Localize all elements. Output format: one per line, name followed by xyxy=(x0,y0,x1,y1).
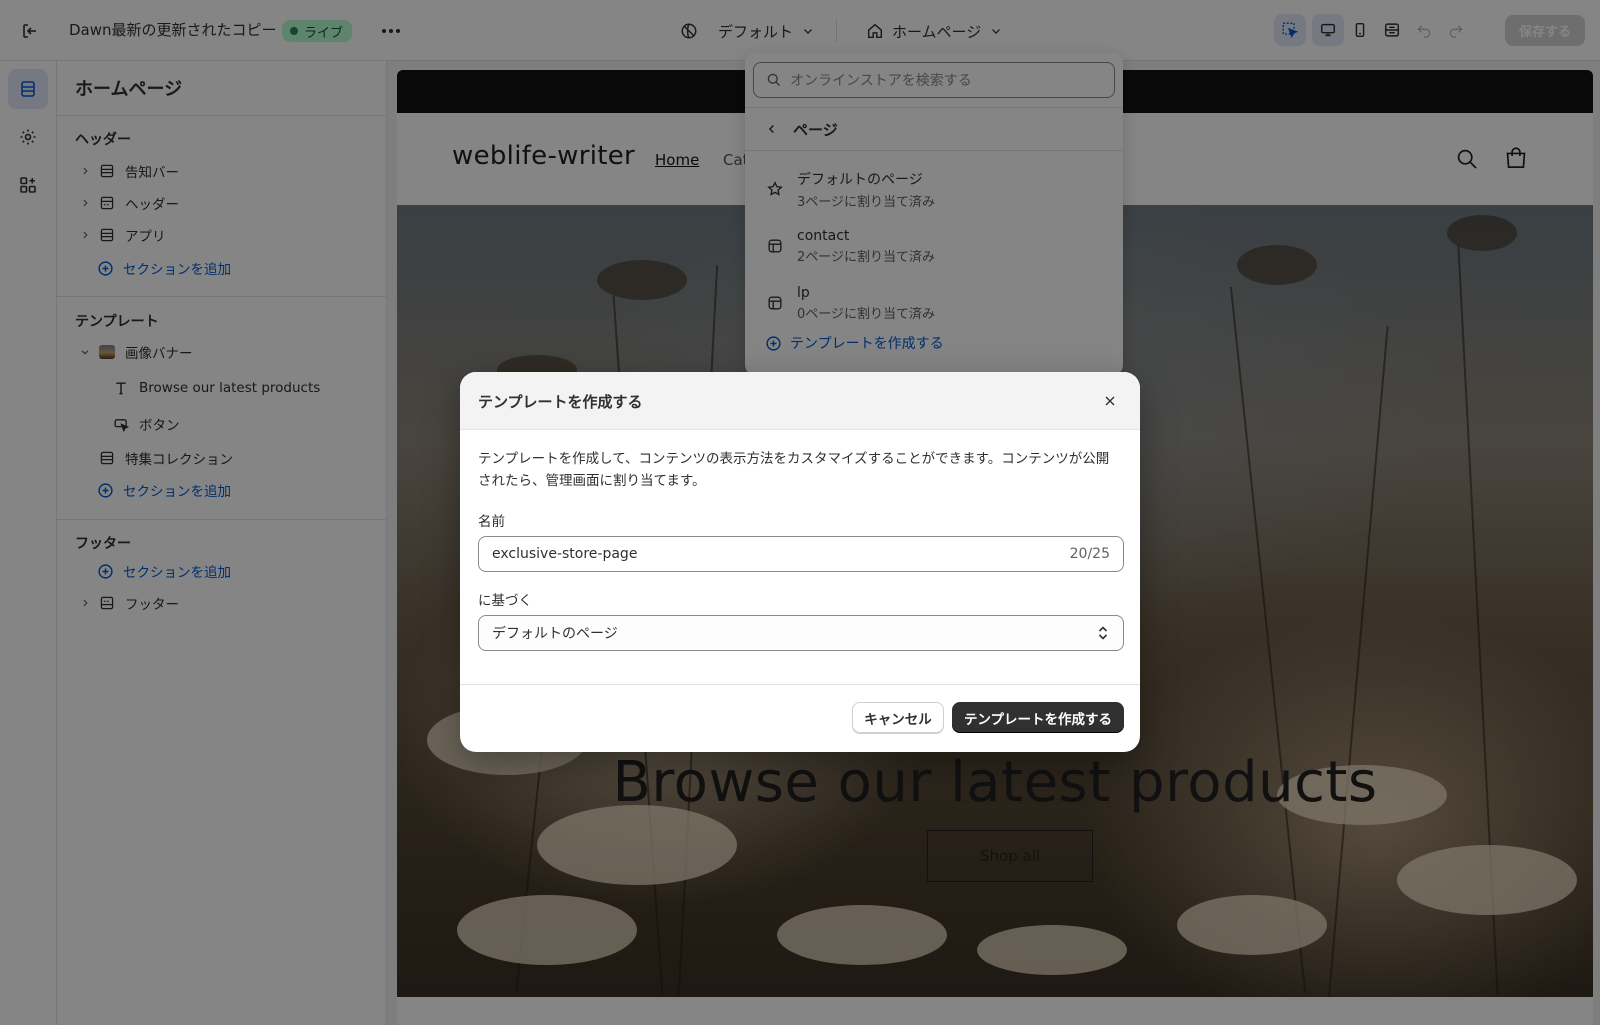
modal-footer: キャンセル テンプレートを作成する xyxy=(460,684,1140,752)
template-dropdown: オンラインストアを検索する ページ デフォルトのページ 3ページに割り当て済み c… xyxy=(745,53,1123,375)
option-sub: 0ページに割り当て済み xyxy=(797,306,936,322)
create-template-link[interactable]: テンプレートを作成する xyxy=(765,333,944,353)
modal-description: テンプレートを作成して、コンテンツの表示方法をカスタマイズすることができます。コ… xyxy=(478,451,1110,489)
create-template-modal: テンプレートを作成する テンプレートを作成して、コンテンツの表示方法をカスタマイ… xyxy=(460,372,1140,752)
template-option-lp[interactable]: lp 0ページに割り当て済み xyxy=(745,275,1123,331)
template-icon xyxy=(765,236,785,256)
search-placeholder: オンラインストアを検索する xyxy=(790,73,972,89)
option-name: lp xyxy=(797,284,810,301)
template-icon xyxy=(765,293,785,313)
template-name-value: exclusive-store-page xyxy=(492,546,638,562)
option-name: デフォルトのページ xyxy=(797,171,923,188)
character-count: 20/25 xyxy=(1069,546,1110,562)
close-icon[interactable] xyxy=(1100,391,1120,411)
search-input[interactable]: オンラインストアを検索する xyxy=(753,62,1115,98)
plus-circle-icon xyxy=(766,335,781,351)
star-icon xyxy=(765,179,785,199)
create-template-label: テンプレートを作成する xyxy=(790,336,944,352)
select-arrows-icon xyxy=(1098,626,1108,640)
search-icon xyxy=(767,73,781,87)
back-to-pages-button[interactable]: ページ xyxy=(745,107,1123,151)
based-on-label: に基づく xyxy=(478,593,532,609)
template-option-default[interactable]: デフォルトのページ 3ページに割り当て済み xyxy=(745,161,1123,217)
modal-title: テンプレートを作成する xyxy=(478,393,643,411)
option-sub: 2ページに割り当て済み xyxy=(797,249,936,265)
based-on-value: デフォルトのページ xyxy=(492,626,618,642)
option-name: contact xyxy=(797,227,850,244)
modal-header: テンプレートを作成する xyxy=(460,372,1140,430)
template-name-input[interactable]: exclusive-store-page 20/25 xyxy=(478,536,1124,572)
option-sub: 3ページに割り当て済み xyxy=(797,194,936,210)
cancel-button[interactable]: キャンセル xyxy=(852,702,944,733)
create-template-button[interactable]: テンプレートを作成する xyxy=(952,702,1124,733)
based-on-select[interactable]: デフォルトのページ xyxy=(478,615,1124,651)
back-label: ページ xyxy=(793,120,838,139)
template-option-contact[interactable]: contact 2ページに割り当て済み xyxy=(745,218,1123,274)
name-field-label: 名前 xyxy=(478,514,505,530)
chevron-left-icon xyxy=(768,125,774,133)
